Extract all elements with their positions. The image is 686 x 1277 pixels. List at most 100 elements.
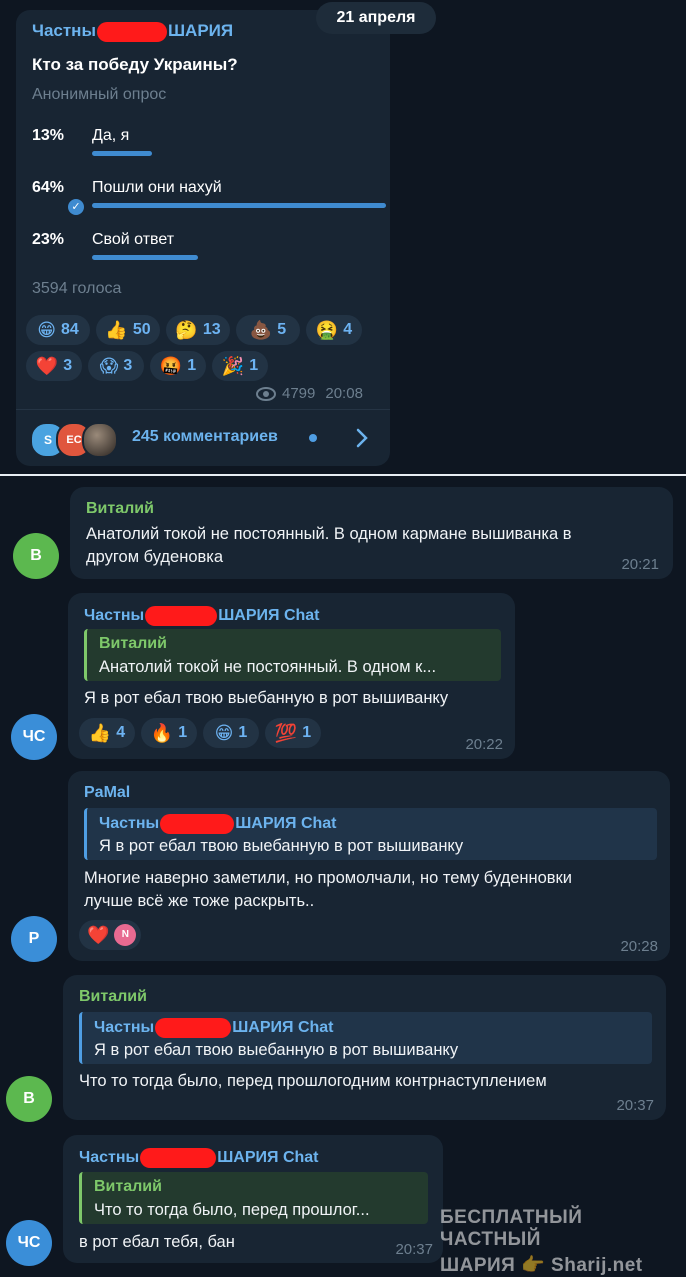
- reaction-grin[interactable]: 😁 84: [26, 315, 90, 345]
- selected-check-icon: ✓: [68, 199, 84, 215]
- message-bubble: Частны ШАРИЯ Chat Виталий Анатолий токой …: [68, 593, 515, 759]
- sender-name-end: ШАРИЯ Chat: [217, 1149, 319, 1167]
- watermark-line-2: ШАРИЯ 👉 Sharij.net: [440, 1253, 686, 1277]
- reaction-count: 1: [178, 724, 188, 741]
- watermark-line-1: БЕСПЛАТНЫЙ ЧАСТНЫЙ: [440, 1207, 583, 1250]
- reaction-vomit[interactable]: 🤮 4: [306, 315, 362, 345]
- reply-name-start: Частны: [94, 1019, 155, 1037]
- reply-name-end: ШАРИЯ Chat: [235, 815, 337, 833]
- avatar[interactable]: В: [13, 533, 59, 579]
- channel-post: Частны ШАРИЯ Кто за победу Украины? Анони…: [16, 10, 390, 466]
- pointing-hand-icon: 👉: [521, 1255, 546, 1276]
- reaction-heart[interactable]: ❤️ 3: [26, 351, 82, 381]
- reply-quote[interactable]: Частны ШАРИЯ Chat Я в рот ебал твою выеба…: [79, 1012, 652, 1064]
- poll-question: Кто за победу Украины?: [32, 55, 238, 74]
- sender-name[interactable]: Частны ШАРИЯ Chat: [79, 1148, 319, 1168]
- angry-icon: 🤬: [159, 355, 183, 376]
- message-bubble: Виталий Частны ШАРИЯ Chat Я в рот ебал тв…: [63, 975, 666, 1120]
- post-sender[interactable]: Частны ШАРИЯ: [32, 21, 233, 42]
- reply-name: Виталий: [94, 1178, 162, 1195]
- sender-name[interactable]: Виталий: [79, 988, 147, 1006]
- avatar[interactable]: В: [6, 1076, 52, 1122]
- avatar[interactable]: ЧС: [6, 1220, 52, 1266]
- unread-dot: [309, 434, 317, 442]
- avatar[interactable]: ЧС: [11, 714, 57, 760]
- message-bubble: PaMal Частны ШАРИЯ Chat Я в рот ебал твою…: [68, 771, 670, 961]
- reaction-count: 3: [123, 357, 133, 374]
- redaction-mark: [140, 1148, 217, 1168]
- reaction-poop[interactable]: 💩 5: [236, 315, 300, 345]
- reaction-grin[interactable]: 😁 1: [203, 718, 259, 748]
- reply-text: Я в рот ебал твою выебанную в рот вышива…: [94, 1041, 459, 1059]
- sender-name-start: Частны: [84, 607, 145, 625]
- avatar[interactable]: P: [11, 916, 57, 962]
- option-bar: [92, 151, 152, 156]
- sender-name-start: Частны: [32, 21, 96, 40]
- reply-quote[interactable]: Виталий Анатолий токой не постоянный. В …: [84, 629, 501, 681]
- redaction-mark: [145, 606, 218, 626]
- reaction-fire[interactable]: 🔥 1: [141, 718, 197, 748]
- thinking-icon: 🤔: [175, 319, 198, 340]
- poll-option-2[interactable]: 64% Пошли они нахуй ✓: [32, 179, 386, 219]
- reaction-count: 1: [249, 357, 259, 374]
- scream-icon: 😱: [99, 355, 119, 376]
- option-percent: 13%: [32, 127, 65, 144]
- reply-name: Виталий: [99, 635, 167, 652]
- reaction-angry[interactable]: 🤬 1: [150, 351, 206, 381]
- reaction-count: 3: [63, 357, 73, 374]
- chevron-right-icon: [356, 428, 368, 448]
- reaction-hundred[interactable]: 💯 1: [265, 718, 321, 748]
- reply-text: Анатолий токой не постоянный. В одном к.…: [99, 658, 437, 676]
- reply-name-start: Частны: [99, 815, 160, 833]
- eye-icon: [256, 386, 276, 401]
- reaction-thumbs-up[interactable]: 👍 50: [96, 315, 160, 345]
- comments-button[interactable]: S EC 245 комментариев: [16, 410, 390, 466]
- reply-quote[interactable]: Виталий Что то тогда было, перед прошлог…: [79, 1172, 428, 1224]
- message-text: Анатолий токой не постоянный. В одном ка…: [86, 523, 572, 569]
- redaction-mark: [155, 1018, 232, 1038]
- reaction-count: 5: [277, 321, 287, 338]
- text-line: другом буденовка: [86, 548, 224, 566]
- reply-text: Что то тогда было, перед прошлог...: [94, 1201, 370, 1219]
- reaction-scream[interactable]: 😱 3: [88, 351, 144, 381]
- reply-name: Частны ШАРИЯ Chat: [99, 814, 337, 834]
- grin-icon: 😁: [214, 722, 234, 743]
- fire-icon: 🔥: [150, 722, 174, 743]
- views-count: 4799: [282, 385, 316, 402]
- heart-icon: ❤️: [87, 924, 110, 945]
- party-icon: 🎉: [221, 355, 245, 376]
- option-bar: [92, 255, 198, 260]
- sender-name[interactable]: PaMal: [84, 784, 130, 802]
- sender-name[interactable]: Виталий: [86, 500, 154, 518]
- reaction-party[interactable]: 🎉 1: [212, 351, 268, 381]
- reaction-count: 1: [302, 724, 312, 741]
- option-percent: 23%: [32, 231, 65, 248]
- sender-name-end: ШАРИЯ Chat: [218, 607, 320, 625]
- reaction-count: 4: [343, 321, 353, 338]
- redaction-mark: [160, 814, 235, 834]
- reply-name-end: ШАРИЯ Chat: [232, 1019, 334, 1037]
- option-label: Пошли они нахуй: [92, 179, 222, 196]
- reaction-count: 50: [132, 321, 151, 338]
- poop-icon: 💩: [249, 319, 273, 340]
- reply-quote[interactable]: Частны ШАРИЯ Chat Я в рот ебал твою выеба…: [84, 808, 657, 860]
- reaction-count: 84: [60, 321, 79, 338]
- poll-option-3[interactable]: 23% Свой ответ: [32, 231, 376, 271]
- section-divider: [0, 474, 686, 476]
- reply-name: Частны ШАРИЯ Chat: [94, 1018, 334, 1038]
- reaction-thumbs-up[interactable]: 👍 4: [79, 718, 135, 748]
- thumbs-up-icon: 👍: [105, 319, 128, 340]
- message-time: 20:37: [616, 1097, 654, 1114]
- message-text: в рот ебал тебя, бан: [79, 1233, 235, 1251]
- text-line: Анатолий токой не постоянный. В одном ка…: [86, 525, 572, 543]
- reaction-thinking[interactable]: 🤔 13: [166, 315, 230, 345]
- heart-icon: ❤️: [35, 355, 59, 376]
- sender-name[interactable]: Частны ШАРИЯ Chat: [84, 606, 320, 626]
- avatar: N: [114, 924, 137, 946]
- avatar-photo: [82, 422, 118, 458]
- comments-count: 245 комментариев: [132, 428, 278, 445]
- poll-option-1[interactable]: 13% Да, я: [32, 127, 376, 167]
- reaction-heart[interactable]: ❤️ N: [79, 920, 141, 950]
- option-label: Свой ответ: [92, 231, 175, 248]
- message-text: Я в рот ебал твою выебанную в рот вышива…: [84, 689, 449, 707]
